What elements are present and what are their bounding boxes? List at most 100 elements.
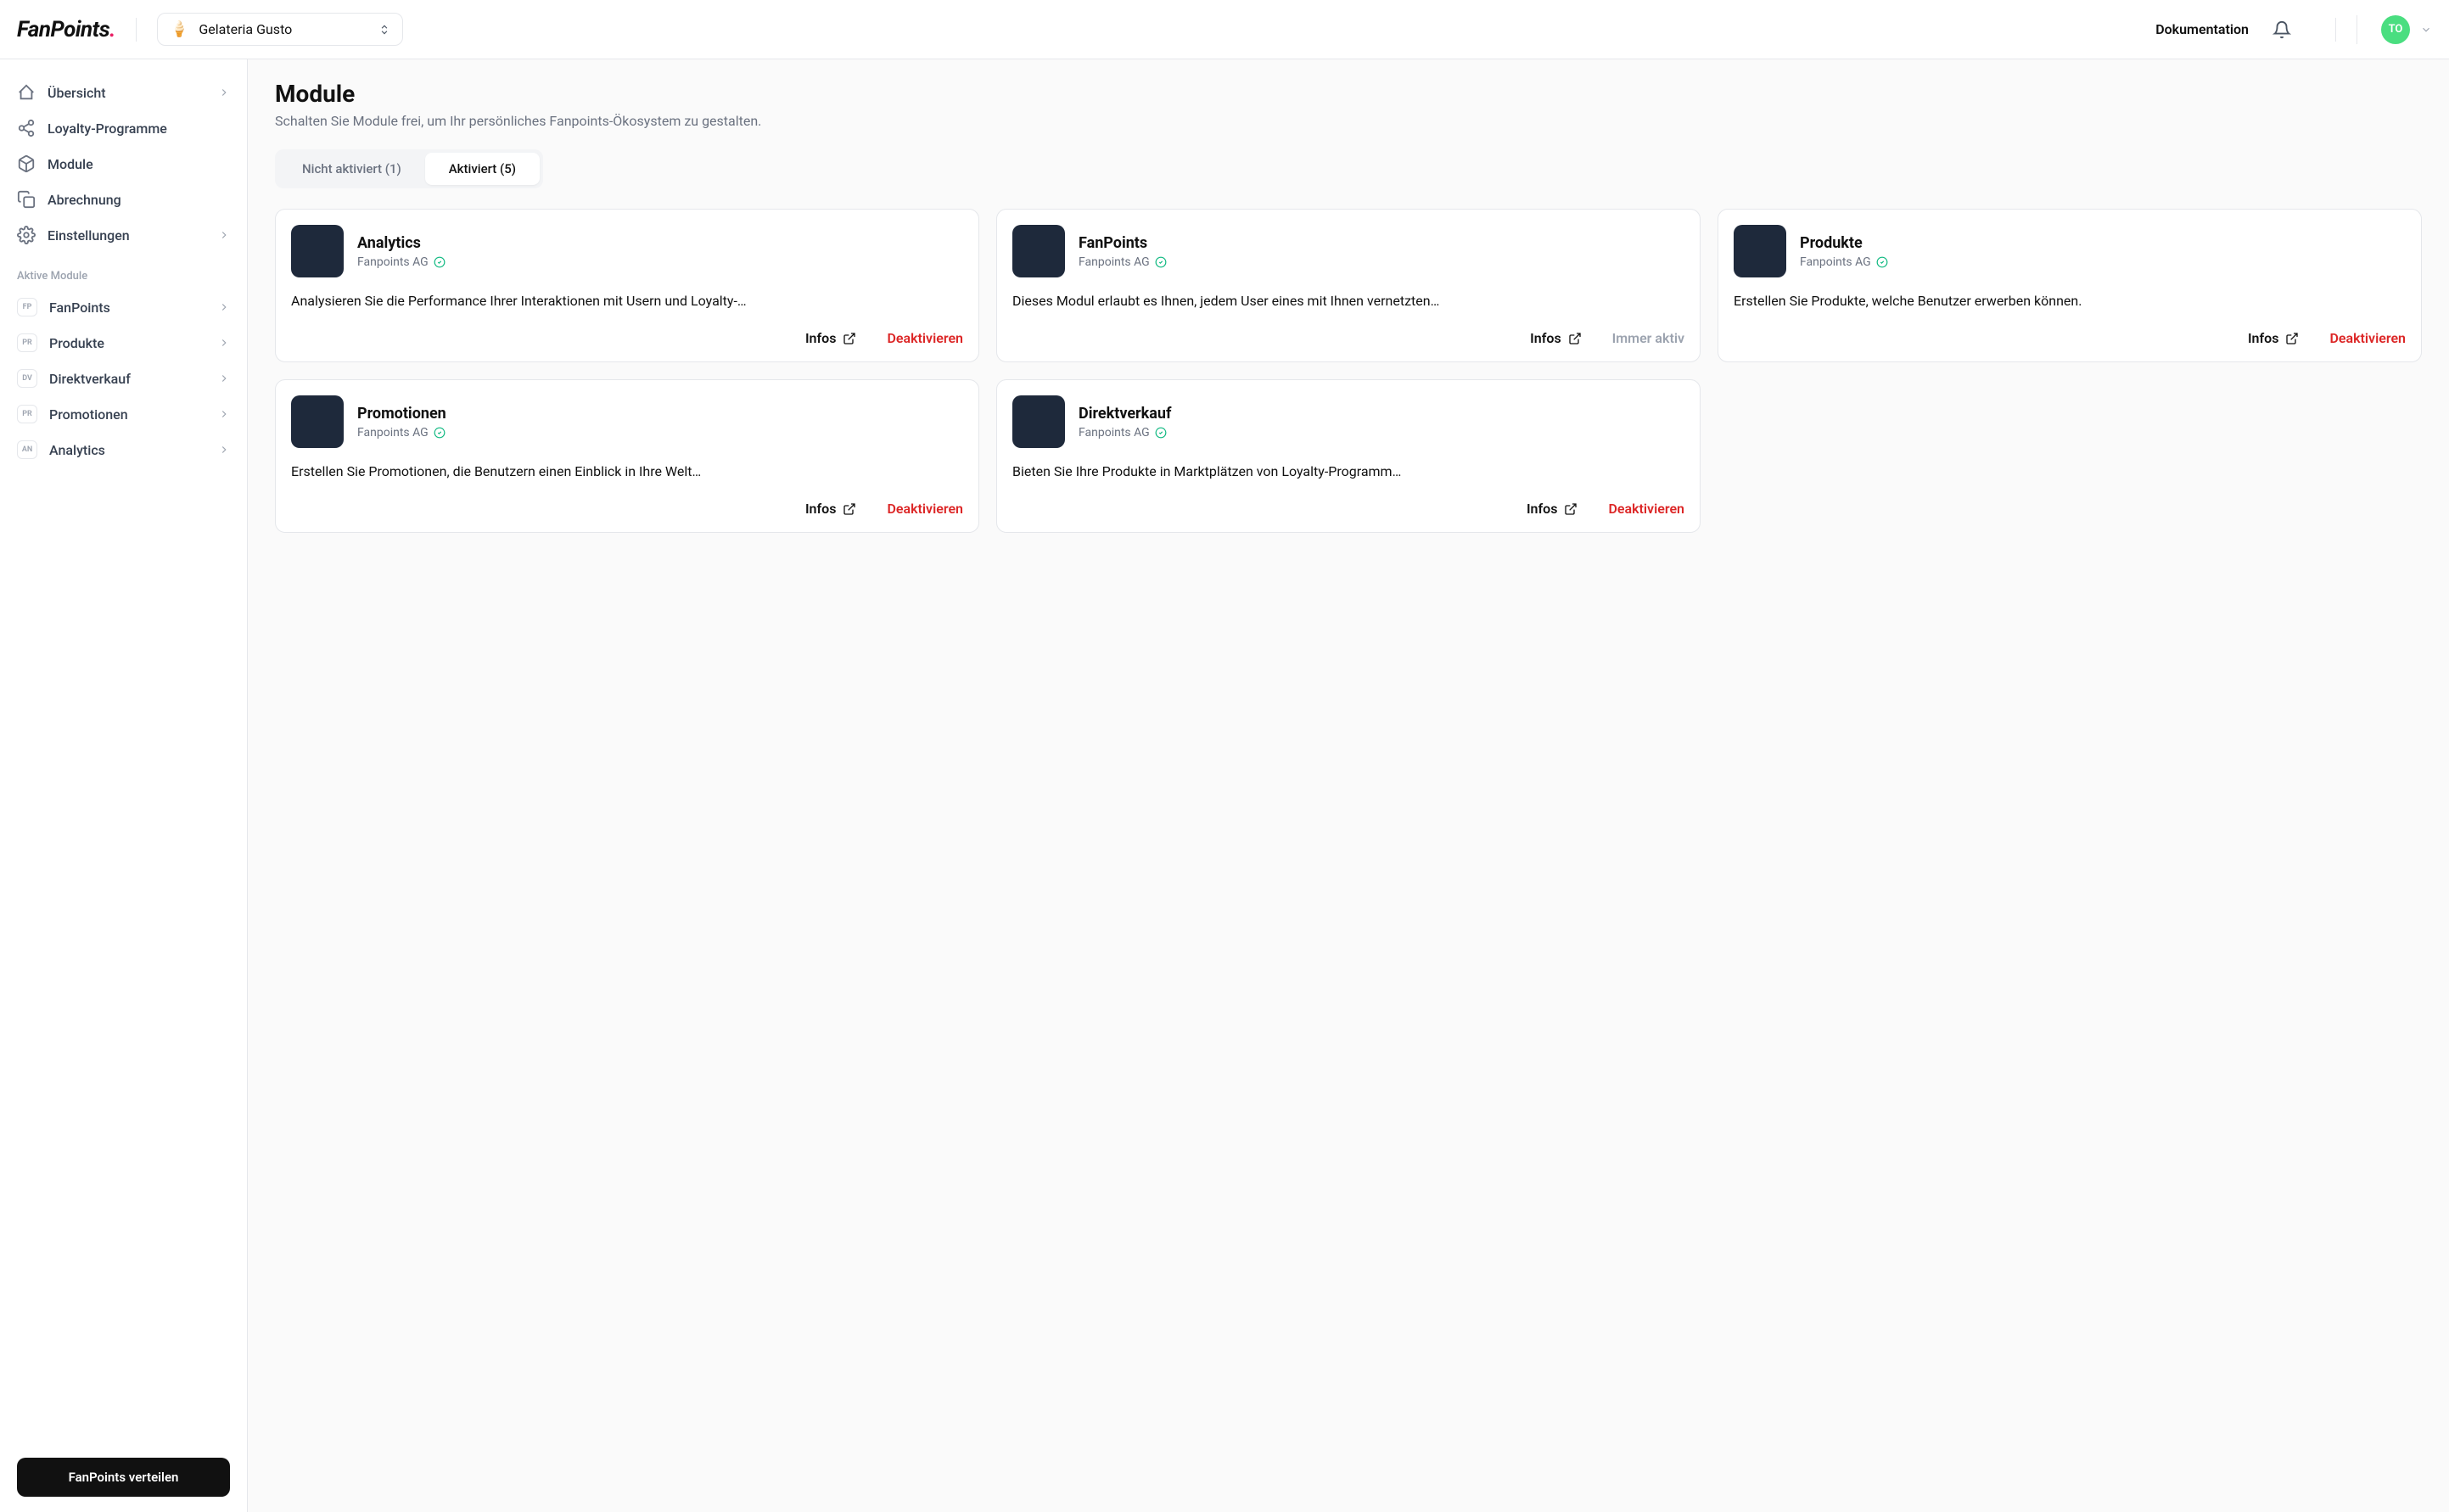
- external-link-icon: [1568, 332, 1582, 345]
- module-vendor: Fanpoints AG: [357, 426, 446, 440]
- sidebar-item-label: Loyalty-Programme: [48, 120, 167, 137]
- cards-grid: Analytics Fanpoints AG Analysieren Sie die…: [275, 209, 2422, 533]
- module-vendor: Fanpoints AG: [1800, 255, 1888, 269]
- logo: FanPoints.: [17, 17, 115, 42]
- module-badge: AN: [17, 440, 37, 459]
- sidebar-item-label: Direktverkauf: [49, 371, 131, 387]
- info-link[interactable]: Infos: [1530, 330, 1582, 346]
- module-badge: DV: [17, 369, 37, 388]
- module-card-produkte: Produkte Fanpoints AG Erstellen Sie Produk…: [1718, 209, 2422, 362]
- sidebar-module-direktverkauf[interactable]: DV Direktverkauf: [17, 361, 230, 396]
- chevron-right-icon: [218, 372, 230, 384]
- sidebar-module-promotionen[interactable]: PRPromotionen: [17, 396, 230, 432]
- box-icon: [17, 154, 36, 173]
- module-badge: FP: [17, 298, 37, 316]
- module-title: Produkte: [1800, 234, 1888, 252]
- deactivate-button[interactable]: Deaktivieren: [887, 501, 963, 517]
- chevron-right-icon: [218, 87, 230, 98]
- module-icon: [1012, 225, 1065, 277]
- deactivate-button[interactable]: Deaktivieren: [2329, 330, 2406, 346]
- info-link[interactable]: Infos: [805, 330, 857, 346]
- home-icon: [17, 83, 36, 102]
- org-icon: 🍦: [170, 20, 188, 38]
- verified-icon: [1155, 427, 1167, 439]
- tab-nicht-aktiviert[interactable]: Nicht aktiviert (1): [278, 153, 425, 185]
- external-link-icon: [843, 332, 856, 345]
- verified-icon: [434, 256, 446, 268]
- module-title: Analytics: [357, 234, 446, 252]
- module-description: Analysieren Sie die Performance Ihrer In…: [291, 291, 963, 311]
- module-title: FanPoints: [1079, 234, 1167, 252]
- module-vendor: Fanpoints AG: [1079, 426, 1171, 440]
- module-icon: [1734, 225, 1786, 277]
- org-name: Gelateria Gusto: [199, 21, 378, 37]
- external-link-icon: [1564, 502, 1578, 516]
- external-link-icon: [843, 502, 856, 516]
- sidebar-item-label: FanPoints: [49, 300, 110, 316]
- module-card-fanpoints: FanPoints Fanpoints AG Dieses Modul erlaub…: [996, 209, 1701, 362]
- sidebar-item-loyalty-programme[interactable]: Loyalty-Programme: [17, 110, 230, 146]
- module-description: Erstellen Sie Promotionen, die Benutzern…: [291, 462, 963, 482]
- page-subtitle: Schalten Sie Module frei, um Ihr persönl…: [275, 113, 2422, 129]
- bell-icon[interactable]: [2272, 20, 2291, 39]
- module-title: Direktverkauf: [1079, 405, 1171, 423]
- copy-icon: [17, 190, 36, 209]
- user-menu[interactable]: TO: [2357, 15, 2432, 44]
- verified-icon: [1876, 256, 1888, 268]
- module-description: Erstellen Sie Produkte, welche Benutzer …: [1734, 291, 2406, 311]
- module-title: Promotionen: [357, 405, 446, 423]
- chevron-down-icon: [2420, 24, 2432, 36]
- module-icon: [1012, 395, 1065, 448]
- divider: [136, 18, 137, 42]
- org-switcher[interactable]: 🍦 Gelateria Gusto: [157, 13, 403, 46]
- chevron-right-icon: [218, 444, 230, 456]
- sidebar-item-einstellungen[interactable]: Einstellungen: [17, 217, 230, 253]
- distribute-button[interactable]: FanPoints verteilen: [17, 1458, 230, 1497]
- module-icon: [291, 225, 344, 277]
- module-vendor: Fanpoints AG: [1079, 255, 1167, 269]
- verified-icon: [434, 427, 446, 439]
- module-description: Dieses Modul erlaubt es Ihnen, jedem Use…: [1012, 291, 1684, 311]
- info-link[interactable]: Infos: [1527, 501, 1578, 517]
- module-icon: [291, 395, 344, 448]
- sidebar-module-produkte[interactable]: PR Produkte: [17, 325, 230, 361]
- module-vendor: Fanpoints AG: [357, 255, 446, 269]
- sidebar-item-label: Einstellungen: [48, 227, 130, 244]
- module-badge: PR: [17, 333, 37, 352]
- sidebar-item-abrechnung[interactable]: Abrechnung: [17, 182, 230, 217]
- chevron-right-icon: [218, 229, 230, 241]
- share-icon: [17, 119, 36, 137]
- sidebar-item-label: Produkte: [49, 335, 104, 351]
- sidebar-item-übersicht[interactable]: Übersicht: [17, 75, 230, 110]
- module-card-promotionen: Promotionen Fanpoints AG Erstellen Sie Pro…: [275, 379, 979, 533]
- sidebar-item-label: Module: [48, 156, 93, 172]
- always-active-label: Immer aktiv: [1612, 330, 1684, 346]
- header: FanPoints. 🍦 Gelateria Gusto Dokumentati…: [0, 0, 2449, 59]
- chevron-right-icon: [218, 301, 230, 313]
- tabs: Nicht aktiviert (1)Aktiviert (5): [275, 149, 543, 188]
- module-description: Bieten Sie Ihre Produkte in Marktplätzen…: [1012, 462, 1684, 482]
- tab-aktiviert[interactable]: Aktiviert (5): [425, 153, 540, 185]
- module-badge: PR: [17, 405, 37, 423]
- module-card-direktverkauf: Direktverkauf Fanpoints AG Bieten Sie Ihre…: [996, 379, 1701, 533]
- gear-icon: [17, 226, 36, 244]
- module-card-analytics: Analytics Fanpoints AG Analysieren Sie die…: [275, 209, 979, 362]
- info-link[interactable]: Infos: [805, 501, 857, 517]
- deactivate-button[interactable]: Deaktivieren: [887, 330, 963, 346]
- sidebar-item-label: Analytics: [49, 442, 105, 458]
- sidebar-item-label: Übersicht: [48, 85, 106, 101]
- deactivate-button[interactable]: Deaktivieren: [1608, 501, 1684, 517]
- sidebar-item-module[interactable]: Module: [17, 146, 230, 182]
- sidebar-module-analytics[interactable]: AN Analytics: [17, 432, 230, 468]
- divider: [2335, 18, 2336, 42]
- chevron-up-down-icon: [378, 24, 390, 36]
- documentation-link[interactable]: Dokumentation: [2155, 21, 2249, 37]
- main: Module Schalten Sie Module frei, um Ihr …: [248, 59, 2449, 1512]
- verified-icon: [1155, 256, 1167, 268]
- sidebar-module-fanpoints[interactable]: FP FanPoints: [17, 289, 230, 325]
- chevron-right-icon: [218, 408, 230, 420]
- info-link[interactable]: Infos: [2248, 330, 2300, 346]
- external-link-icon: [2285, 332, 2299, 345]
- sidebar-item-label: Abrechnung: [48, 192, 121, 208]
- chevron-right-icon: [218, 337, 230, 349]
